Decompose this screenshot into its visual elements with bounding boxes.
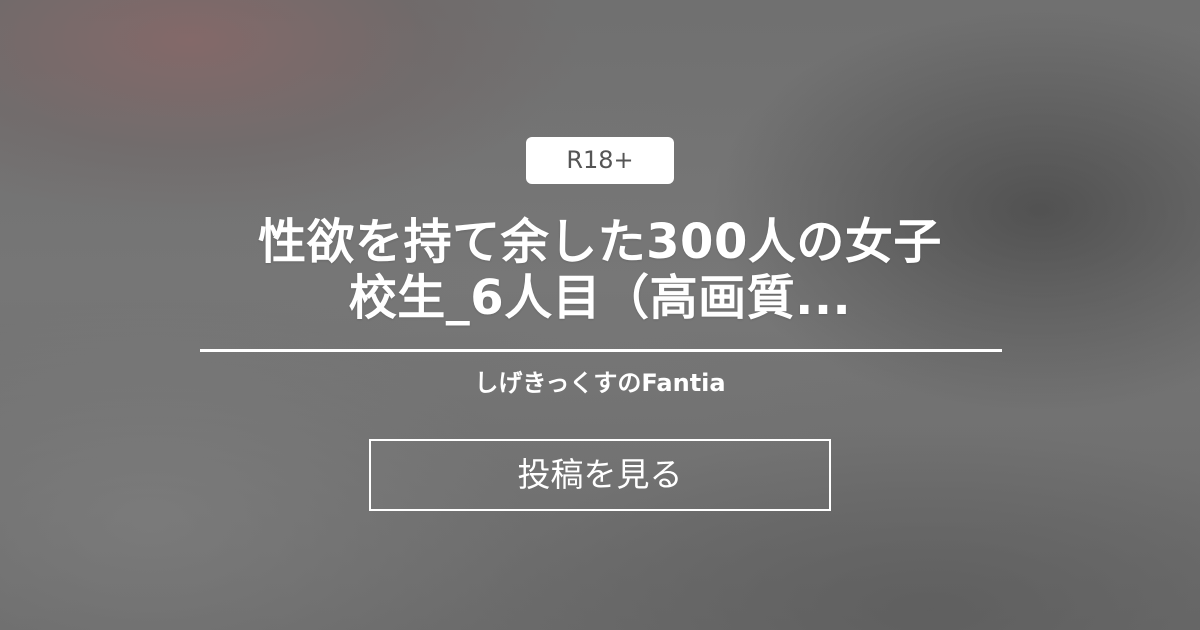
post-title: 性欲を持て余した300人の女子 校生_6人目（高画質... <box>150 214 1050 326</box>
post-title-line-2: 校生_6人目（高画質... <box>348 270 852 326</box>
post-title-line-1: 性欲を持て余した300人の女子 <box>258 214 942 270</box>
age-rating-badge: R18+ <box>526 137 674 184</box>
view-post-button[interactable]: 投稿を見る <box>369 439 831 511</box>
creator-name: しげきっくすのFantia <box>474 369 726 397</box>
title-divider <box>200 349 1002 352</box>
card-content: R18+ 性欲を持て余した300人の女子 校生_6人目（高画質... しげきっく… <box>0 0 1200 630</box>
share-card: R18+ 性欲を持て余した300人の女子 校生_6人目（高画質... しげきっく… <box>0 0 1200 630</box>
